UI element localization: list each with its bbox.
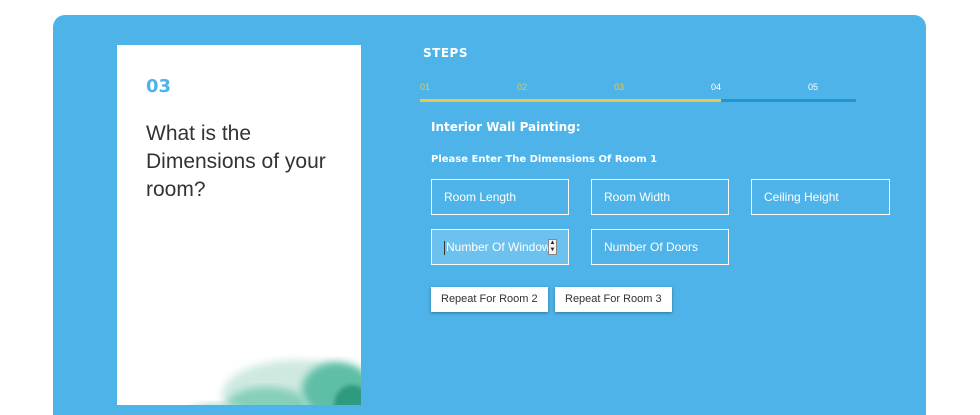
step-label-3: 03 (614, 82, 625, 92)
question-card: 03 What is the Dimensions of your room? (117, 45, 361, 405)
room-length-input[interactable]: Room Length (431, 179, 569, 215)
room-width-input[interactable]: Room Width (591, 179, 729, 215)
text-cursor (444, 240, 445, 255)
repeat-room-3-button[interactable]: Repeat For Room 3 (555, 287, 672, 312)
steps-progress-fill (420, 99, 721, 102)
ceiling-height-input[interactable]: Ceiling Height (751, 179, 890, 215)
watercolor-splash-image (200, 360, 361, 405)
current-step-number: 03 (146, 76, 172, 97)
number-of-windows-placeholder: Number Of Windows (446, 240, 557, 254)
steps-heading: STEPS (423, 46, 468, 60)
section-title: Interior Wall Painting: (431, 120, 581, 134)
step-label-2: 02 (517, 82, 528, 92)
number-of-doors-input[interactable]: Number Of Doors (591, 229, 729, 265)
question-text: What is the Dimensions of your room? (146, 122, 326, 201)
number-of-windows-input[interactable]: Number Of Windows ▲ ▼ (431, 229, 569, 265)
number-spinner-icon[interactable]: ▲ ▼ (548, 239, 557, 255)
step-label-5: 05 (808, 82, 819, 92)
room-dimensions-title: Please Enter The Dimensions Of Room 1 (431, 154, 658, 165)
steps-progress-track (420, 99, 856, 102)
step-label-4: 04 (711, 82, 722, 92)
step-label-1: 01 (420, 82, 431, 92)
repeat-room-2-button[interactable]: Repeat For Room 2 (431, 287, 548, 312)
